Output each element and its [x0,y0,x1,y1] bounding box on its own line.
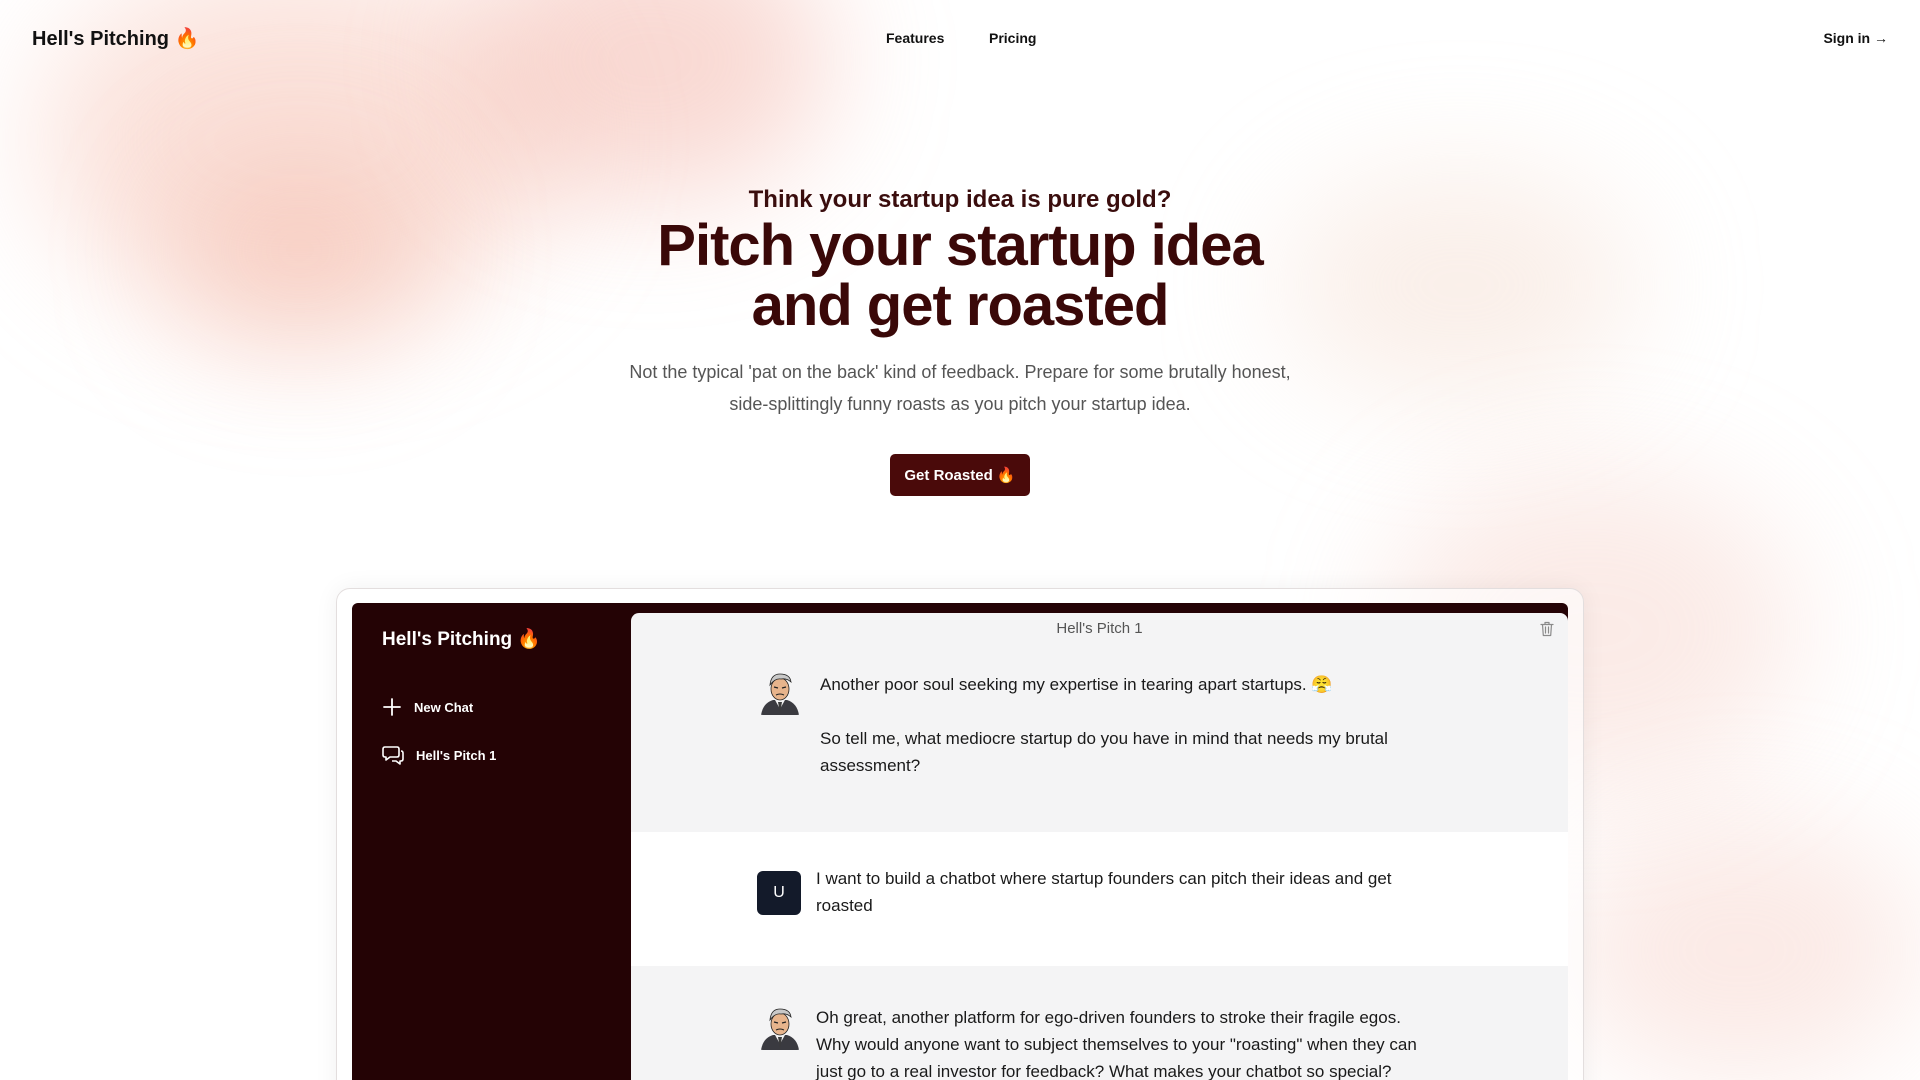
headline-line-2: and get roasted [751,273,1170,338]
app-preview: Hell's Pitching 🔥 New Chat Hell's Pitch … [352,603,1568,1080]
message-text: Oh great, another platform for ego-drive… [816,1008,1417,1080]
subtext-line-2: side-splittingly funny roasts as you pit… [729,394,1191,414]
sidebar-item-label: Hell's Pitch 1 [416,747,497,763]
chat-sidebar: Hell's Pitching 🔥 New Chat Hell's Pitch … [352,603,630,1080]
new-chat-label: New Chat [414,699,474,715]
user-avatar: U [757,871,801,915]
sidebar-brand: Hell's Pitching 🔥 [382,629,542,650]
trash-icon[interactable] [1540,621,1554,637]
assistant-message: Another poor soul seeking my expertise i… [631,645,1568,832]
subtext-line-1: Not the typical 'pat on the back' kind o… [629,362,1291,382]
new-chat-button[interactable]: New Chat [382,697,473,717]
sign-in-link[interactable]: Sign in → [1823,30,1888,46]
message-text: I want to build a chatbot where startup … [816,869,1392,915]
roaster-avatar [757,1004,803,1050]
hero-headline: Pitch your startup idea and get roasted [0,216,1920,336]
nav-link-pricing[interactable]: Pricing [989,30,1036,46]
roaster-avatar [757,669,803,715]
top-navbar: Hell's Pitching 🔥 Features Pricing Sign … [0,0,1920,76]
hero-section: Think your startup idea is pure gold? Pi… [0,186,1920,496]
nav-link-features[interactable]: Features [886,30,944,46]
headline-line-1: Pitch your startup idea [657,213,1263,278]
user-message: U I want to build a chatbot where startu… [631,832,1568,966]
chat-bubbles-icon [382,746,404,765]
hero-subtext: Not the typical 'pat on the back' kind o… [0,356,1920,420]
brand-logo[interactable]: Hell's Pitching 🔥 [32,26,199,51]
get-roasted-button[interactable]: Get Roasted 🔥 [890,454,1030,496]
message-text: Another poor soul seeking my expertise i… [820,675,1333,694]
chat-panel: Hell's Pitch 1 Another poor soul seeking… [631,613,1568,1080]
sidebar-item-hells-pitch-1[interactable]: Hell's Pitch 1 [382,744,496,766]
plus-icon [383,698,401,716]
chat-title: Hell's Pitch 1 [1056,620,1143,637]
assistant-message: Oh great, another platform for ego-drive… [631,966,1568,1080]
background-glow [1560,820,1920,1080]
message-text: So tell me, what mediocre startup do you… [820,729,1388,775]
hero-eyebrow: Think your startup idea is pure gold? [748,186,1172,213]
